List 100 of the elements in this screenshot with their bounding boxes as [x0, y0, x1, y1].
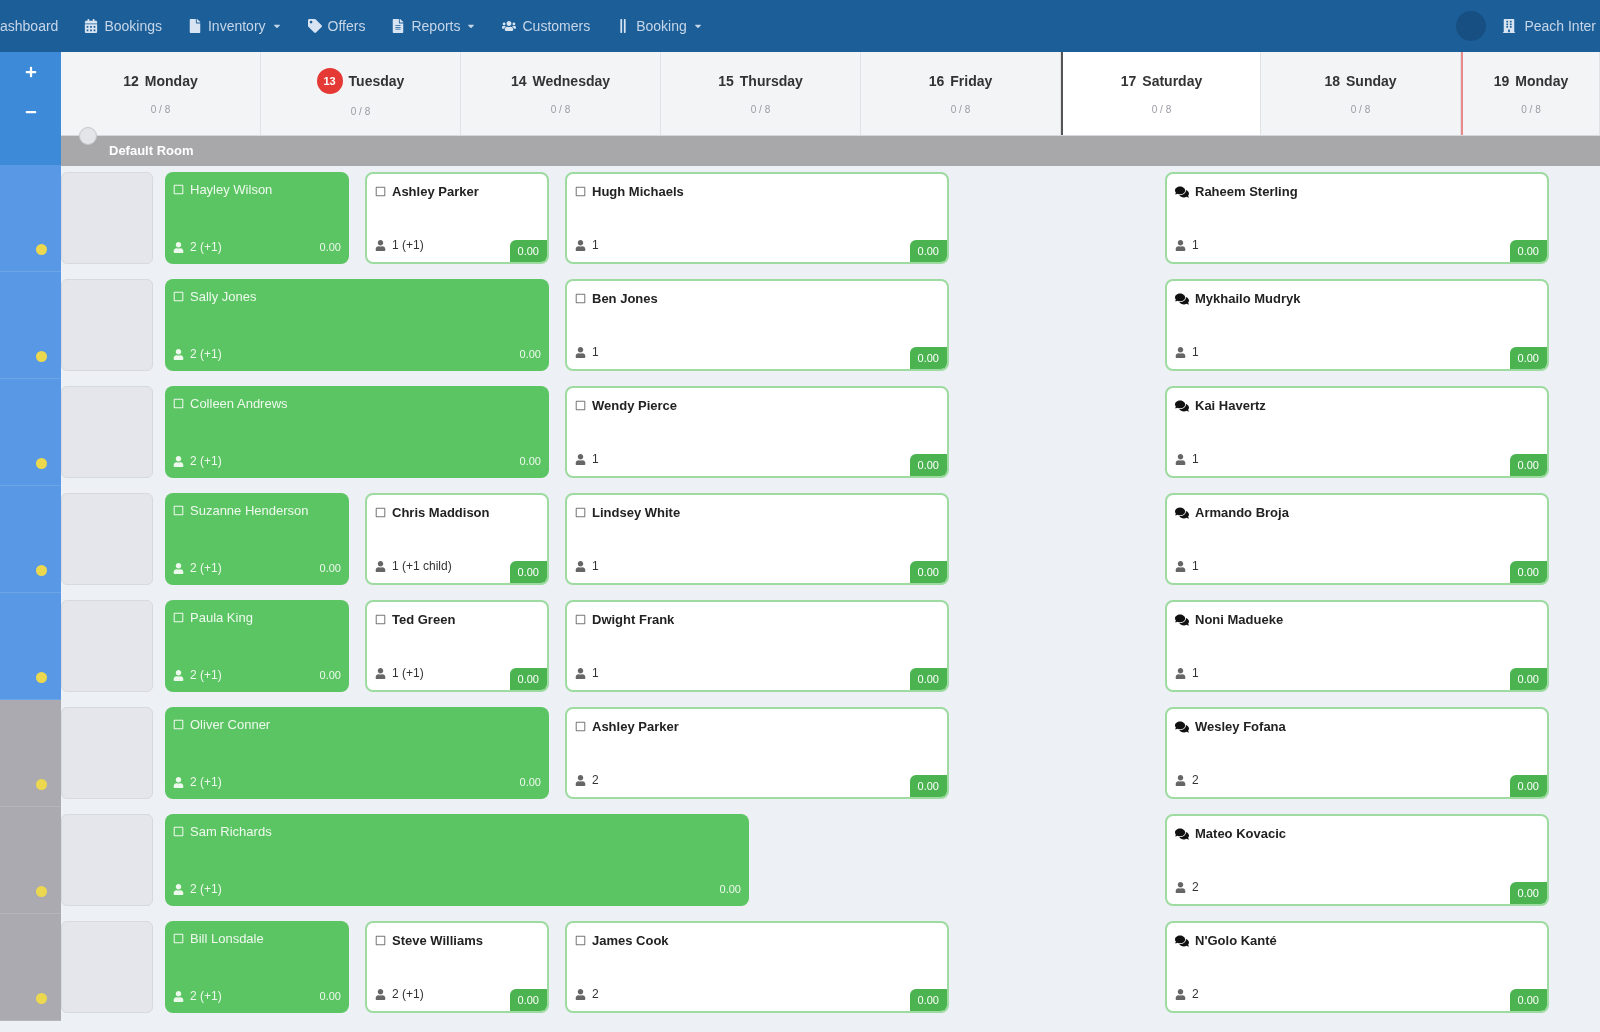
day-subtitle: 0 / 8 [1521, 102, 1541, 117]
amount-badge: 0.00 [909, 560, 947, 583]
building-icon [1502, 19, 1517, 33]
booking-amount: 0.00 [519, 453, 541, 469]
booking-card[interactable]: Wesley Fofana 2 0.00 [1165, 707, 1549, 799]
day-subtitle: 0 / 8 [1151, 102, 1172, 117]
guest-count: 1 (+1) [392, 237, 424, 254]
guest-count: 2 (+1) [190, 667, 222, 684]
amount-badge: 0.00 [509, 667, 547, 690]
booking-card[interactable]: Wendy Pierce 1 0.00 [565, 386, 949, 478]
guest-count: 2 [592, 986, 599, 1003]
document-icon [391, 19, 406, 33]
booking-card[interactable]: Dwight Frank 1 0.00 [565, 600, 949, 692]
booking-card[interactable]: Lindsey White 1 0.00 [565, 493, 949, 585]
guest-count: 1 [1192, 558, 1199, 575]
amount-badge: 0.00 [1509, 346, 1547, 369]
guest-name: Bill Lonsdale [190, 930, 264, 948]
day-name: Friday [950, 71, 993, 91]
booking-card[interactable]: Steve Williams 2 (+1) 0.00 [365, 921, 549, 1013]
amount-badge: 0.00 [909, 988, 947, 1011]
person-icon [575, 239, 586, 251]
person-icon [575, 560, 586, 572]
amount-badge: 0.00 [509, 988, 547, 1011]
guest-count: 2 (+1) [190, 346, 222, 363]
guest-name: Ted Green [392, 611, 456, 629]
person-icon [575, 346, 586, 358]
guest-name: Colleen Andrews [190, 395, 288, 413]
nav-link[interactable]: Booking [616, 15, 703, 37]
day-subtitle: 0 / 8 [950, 102, 971, 117]
guest-name: Lindsey White [592, 504, 681, 522]
guest-count: 2 [1192, 986, 1199, 1003]
guest-name: Sam Richards [190, 823, 272, 841]
day-number: 14 [510, 71, 527, 91]
booking-card[interactable]: Ashley Parker 2 0.00 [565, 707, 949, 799]
day-subtitle: 0 / 8 [550, 102, 571, 117]
guest-count: 1 [1192, 451, 1199, 468]
guest-name: Suzanne Henderson [190, 502, 309, 520]
day-number: 17 [1120, 71, 1137, 91]
booking-amount: 0.00 [519, 774, 541, 790]
amount-badge: 0.00 [1509, 667, 1547, 690]
person-icon [1175, 774, 1186, 786]
day-subtitle: 0 / 8 [350, 105, 371, 119]
guest-count: 1 [592, 558, 599, 575]
amount-badge: 0.00 [509, 239, 547, 262]
guest-name: James Cook [592, 932, 669, 950]
day-name: Monday [1515, 71, 1569, 91]
amount-badge: 0.00 [1509, 239, 1547, 262]
person-icon [173, 348, 184, 360]
booking-card[interactable]: Noni Madueke 1 0.00 [1165, 600, 1549, 692]
day-name: Tuesday [348, 71, 405, 91]
day-subtitle: 0 / 8 [1350, 102, 1371, 117]
account-link[interactable]: Peach Inter [1502, 15, 1600, 37]
guest-count: 1 (+1) [392, 665, 424, 682]
nav-link[interactable]: Customers [502, 15, 591, 37]
guest-count: 2 (+1) [190, 453, 222, 470]
plus-icon[interactable] [24, 66, 37, 78]
amount-badge: 0.00 [1509, 988, 1547, 1011]
guest-count: 1 (+1 child) [392, 558, 452, 575]
person-icon [1175, 988, 1186, 1000]
guest-count: 1 [1192, 344, 1199, 361]
person-icon [575, 453, 586, 465]
amount-badge: 0.00 [909, 667, 947, 690]
nav-link[interactable]: ashboard [0, 15, 59, 37]
person-icon [1175, 453, 1186, 465]
booking-card[interactable]: Mateo Kovacic 2 0.00 [1165, 814, 1549, 906]
booking-card[interactable]: Chris Maddison 1 (+1 child) 0.00 [365, 493, 549, 585]
nav-link[interactable]: Offers [307, 15, 366, 37]
person-icon [173, 562, 184, 574]
booking-card[interactable]: Ashley Parker 1 (+1) 0.00 [365, 172, 549, 264]
nav-link[interactable]: Reports [391, 15, 477, 37]
nav-link[interactable]: Inventory [188, 15, 282, 37]
guest-count: 2 (+1) [190, 560, 222, 577]
person-icon [575, 988, 586, 1000]
users-icon [502, 19, 517, 33]
day-number: 18 [1324, 71, 1340, 91]
person-icon [575, 774, 586, 786]
file-icon [188, 19, 202, 33]
booking-card[interactable]: N'Golo Kanté 2 0.00 [1165, 921, 1549, 1013]
guest-count: 2 [592, 772, 599, 789]
booking-card[interactable]: Ben Jones 1 0.00 [565, 279, 949, 371]
nav-link[interactable]: Bookings [84, 15, 162, 37]
booking-amount: 0.00 [519, 346, 541, 362]
guest-count: 2 (+1) [190, 988, 222, 1005]
booking-card[interactable]: Raheem Sterling 1 0.00 [1165, 172, 1549, 264]
person-icon [173, 241, 184, 253]
amount-badge: 0.00 [1509, 774, 1547, 797]
group-title: Default Room [109, 142, 194, 161]
day-name: Monday [144, 71, 198, 91]
day-subtitle: 0 / 8 [750, 102, 771, 117]
guest-count: 1 [592, 665, 599, 682]
booking-card[interactable]: Armando Broja 1 0.00 [1165, 493, 1549, 585]
guest-count: 2 [1192, 879, 1199, 896]
booking-card[interactable]: James Cook 2 0.00 [565, 921, 949, 1013]
booking-card[interactable]: Ted Green 1 (+1) 0.00 [365, 600, 549, 692]
booking-card[interactable]: Mykhailo Mudryk 1 0.00 [1165, 279, 1549, 371]
guest-name: Mykhailo Mudryk [1195, 290, 1301, 308]
person-icon [173, 883, 184, 895]
booking-amount: 0.00 [719, 881, 741, 897]
booking-card[interactable]: Kai Havertz 1 0.00 [1165, 386, 1549, 478]
booking-card[interactable]: Hugh Michaels 1 0.00 [565, 172, 949, 264]
